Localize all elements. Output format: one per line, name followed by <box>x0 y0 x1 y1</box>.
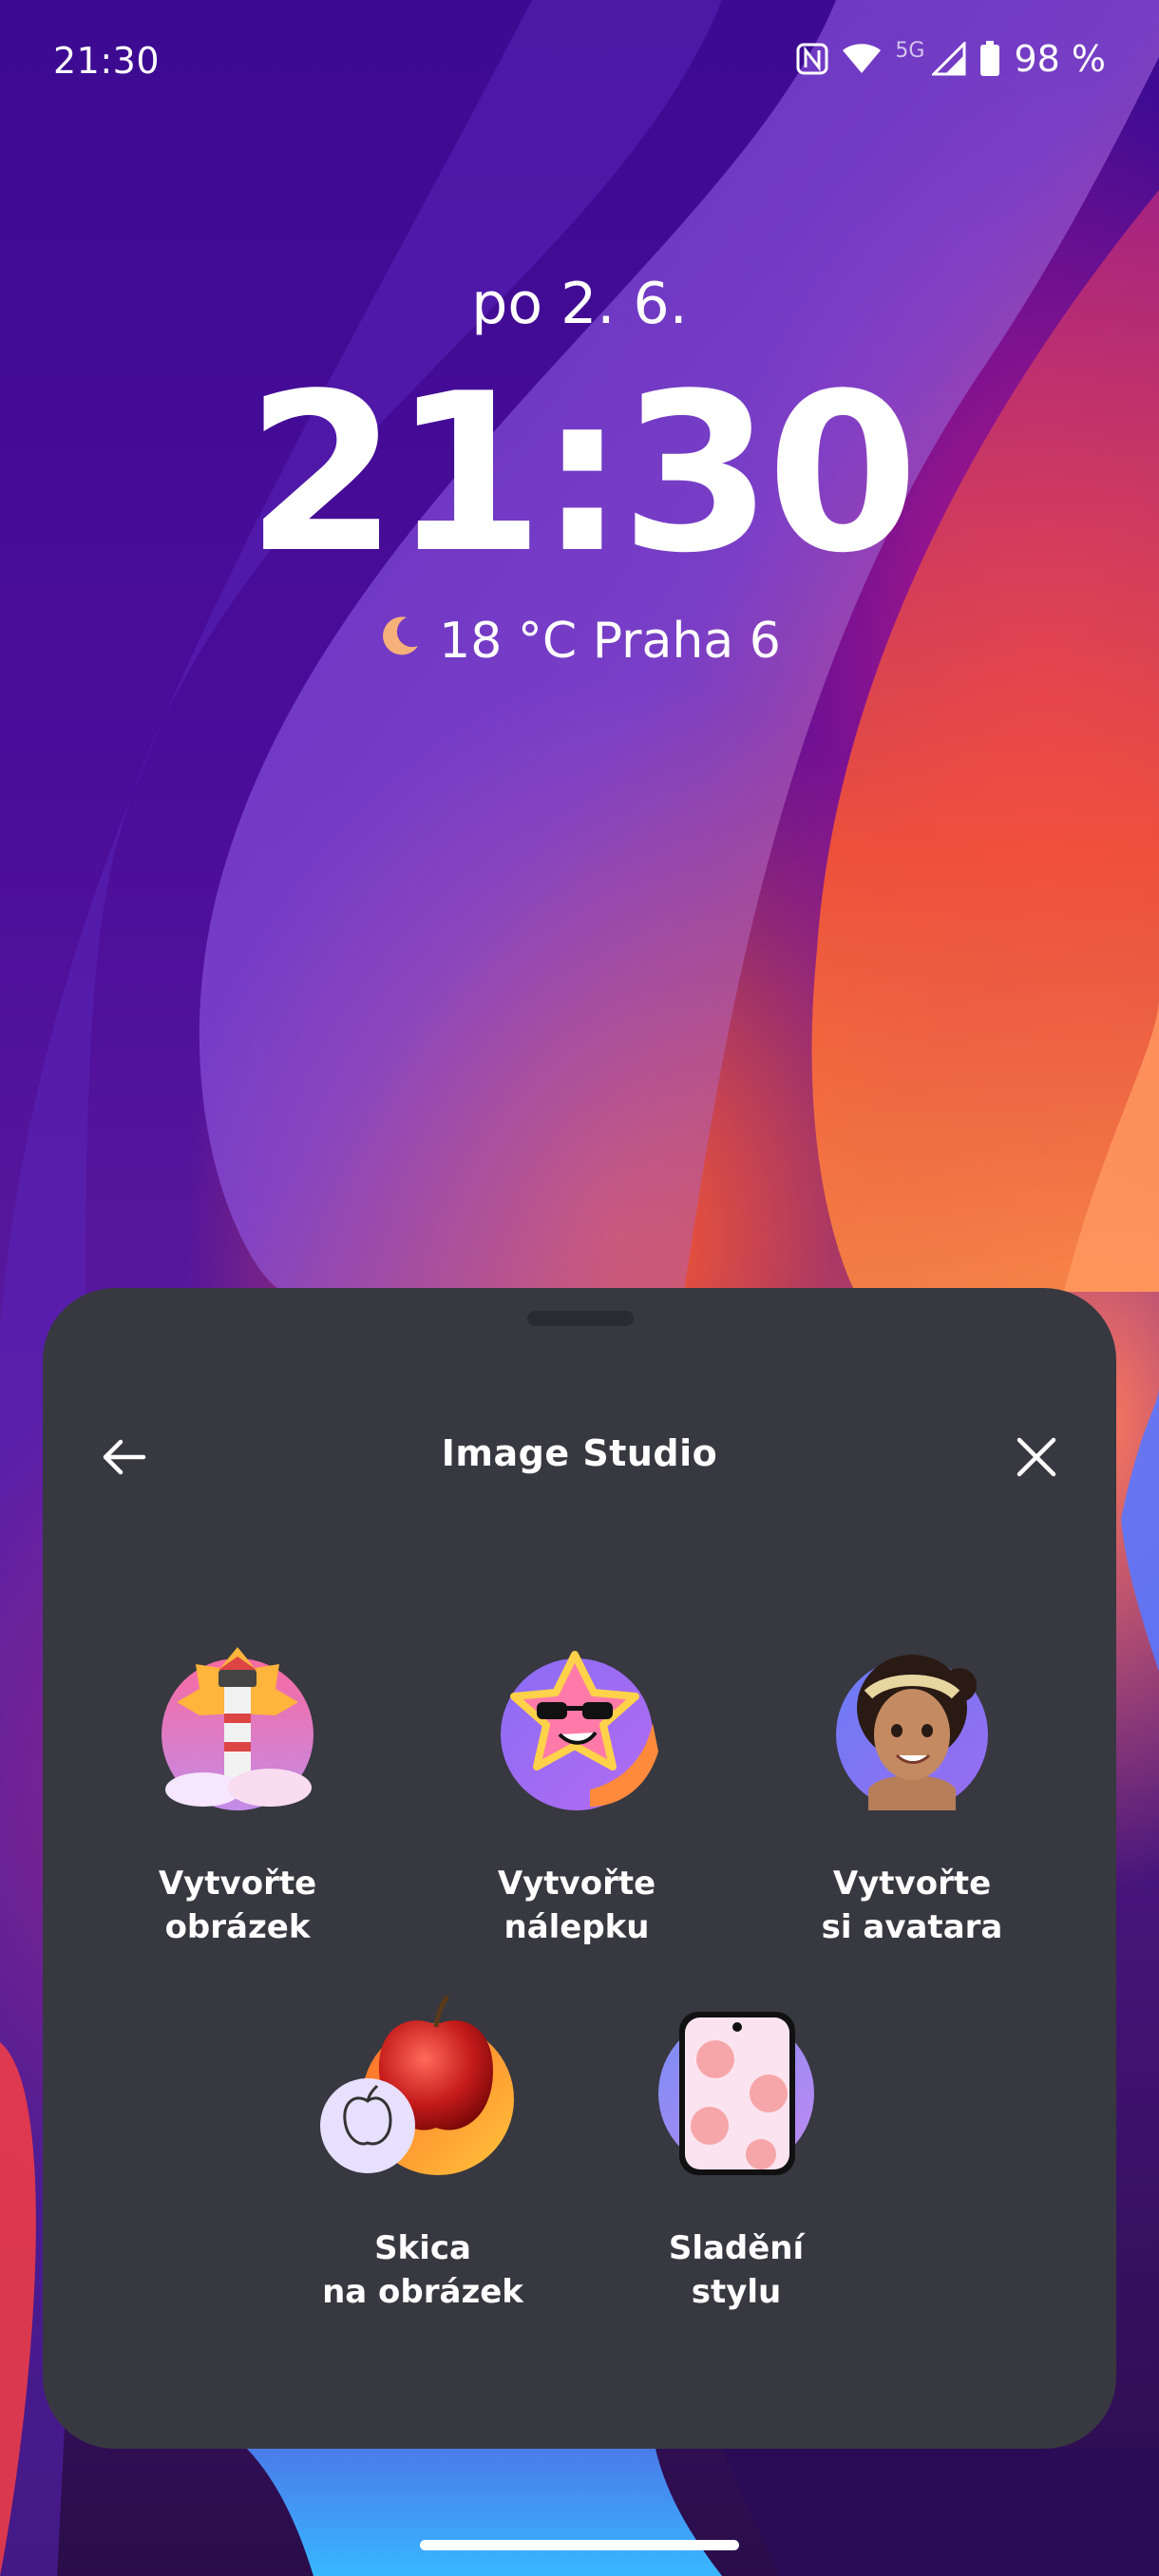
status-time: 21:30 <box>53 40 161 82</box>
weather-text: 18 °C Praha 6 <box>439 613 781 670</box>
tool-create-sticker[interactable]: Vytvořte nálepku <box>434 1647 719 1949</box>
lock-clock: 21:30 <box>245 348 919 601</box>
battery-level: 98 % <box>1014 38 1106 80</box>
drag-handle[interactable] <box>527 1311 634 1326</box>
tool-label-line1: Skica <box>374 2229 471 2267</box>
signal-icon <box>932 42 966 76</box>
tool-create-image[interactable]: Vytvořte obrázek <box>95 1647 380 1949</box>
phone-style-icon <box>655 2012 818 2175</box>
star-sticker-icon <box>495 1647 658 1810</box>
close-button[interactable] <box>1000 1421 1073 1493</box>
nfc-icon <box>796 43 828 75</box>
tool-label: Vytvořte nálepku <box>434 1862 719 1949</box>
sheet-title: Image Studio <box>441 1432 718 1474</box>
tool-label-line1: Vytvořte <box>158 1865 317 1903</box>
tool-label-line2: si avatara <box>821 1908 1003 1946</box>
tool-label-line1: Sladění <box>668 2229 805 2267</box>
status-bar: 21:30 5G 98 % <box>0 0 1159 133</box>
tool-label-line2: obrázek <box>164 1908 311 1946</box>
weather-widget[interactable]: 18 °C Praha 6 <box>0 613 1159 670</box>
tool-sketch-to-image[interactable]: Skica na obrázek <box>280 1995 565 2314</box>
gesture-nav-bar[interactable] <box>420 2540 739 2550</box>
close-icon <box>1016 1437 1056 1477</box>
lock-date: po 2. 6. <box>471 271 688 337</box>
lighthouse-icon <box>156 1647 319 1810</box>
wifi-icon <box>842 43 882 75</box>
tool-label: Skica na obrázek <box>280 2226 565 2314</box>
status-icons: 5G 98 % <box>796 38 1106 80</box>
apple-icon <box>318 1995 527 2175</box>
tool-style-match[interactable]: Sladění stylu <box>594 2012 879 2314</box>
image-studio-sheet: Image Studio Vytvořte obrázek Vytvořte n… <box>43 1288 1116 2449</box>
network-type: 5G <box>895 38 925 63</box>
lock-screen: 21:30 5G 98 % po 2. 6. 21:30 18 °C Praha… <box>0 0 1159 2576</box>
tool-label: Vytvořte obrázek <box>95 1862 380 1949</box>
avatar-icon <box>830 1647 994 1810</box>
tool-label-line2: nálepku <box>504 1908 650 1946</box>
tool-label-line1: Vytvořte <box>832 1865 992 1903</box>
tool-label-line1: Vytvořte <box>497 1865 656 1903</box>
tool-label-line2: na obrázek <box>322 2273 523 2311</box>
battery-icon <box>979 41 1000 77</box>
tool-label-line2: stylu <box>691 2273 782 2311</box>
tool-label: Vytvořte si avatara <box>770 1862 1054 1949</box>
tool-create-avatar[interactable]: Vytvořte si avatara <box>770 1647 1054 1949</box>
tool-label: Sladění stylu <box>594 2226 879 2314</box>
moon-icon <box>378 613 422 670</box>
